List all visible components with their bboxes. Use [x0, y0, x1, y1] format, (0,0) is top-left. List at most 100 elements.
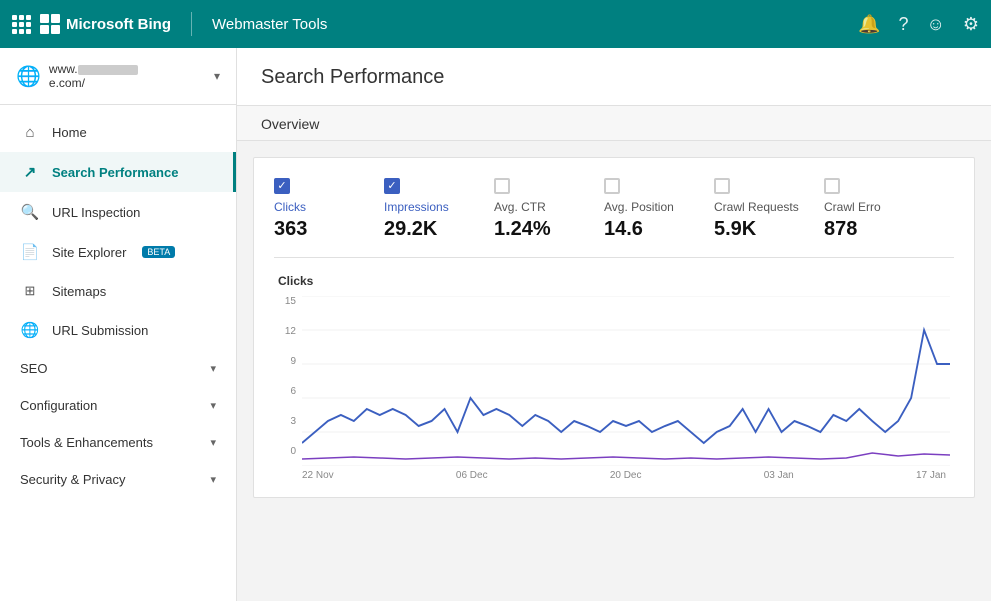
x-label-20dec: 20 Dec	[610, 470, 642, 481]
metric-label-crawl-requests: Crawl Requests	[714, 200, 800, 214]
sidebar-item-url-inspection[interactable]: 🔍 URL Inspection	[0, 192, 236, 232]
chart-container: 22 Nov 06 Dec 20 Dec 03 Jan 17 Jan	[302, 296, 950, 481]
metric-value-crawl-requests: 5.9K	[714, 218, 800, 241]
y-label-15: 15	[274, 296, 296, 307]
chevron-tools-icon: ▾	[210, 436, 216, 449]
clicks-line	[302, 330, 950, 443]
metric-clicks: ✓ Clicks 363	[274, 178, 384, 241]
smiley-icon[interactable]: ☺	[926, 14, 944, 35]
sidebar-item-search-performance[interactable]: ↗ Search Performance	[0, 152, 236, 192]
chevron-security-icon: ▾	[210, 473, 216, 486]
metric-value-impressions: 29.2K	[384, 218, 470, 241]
metric-avg-ctr: Avg. CTR 1.24%	[494, 178, 604, 241]
metric-value-crawl-errors: 878	[824, 218, 910, 241]
y-label-0: 0	[274, 446, 296, 457]
chevron-seo-icon: ▾	[210, 362, 216, 375]
chevron-down-icon: ▾	[214, 69, 220, 83]
page-title: Search Performance	[261, 66, 967, 89]
metric-label-impressions: Impressions	[384, 200, 470, 214]
sidebar-section-seo[interactable]: SEO ▾	[0, 350, 236, 387]
tool-name: Webmaster Tools	[212, 16, 327, 33]
metrics-row: ✓ Clicks 363 ✓ Impressions 29.2K Avg.	[274, 178, 954, 258]
home-icon: ⌂	[20, 124, 40, 141]
y-label-12: 12	[274, 326, 296, 337]
metric-label-avg-position: Avg. Position	[604, 200, 690, 214]
sidebar-label-url-inspection: URL Inspection	[52, 205, 140, 220]
checkbox-impressions[interactable]: ✓	[384, 178, 400, 194]
metric-label-clicks: Clicks	[274, 200, 360, 214]
sidebar-section-tools[interactable]: Tools & Enhancements ▾	[0, 424, 236, 461]
trend-icon: ↗	[20, 163, 40, 181]
chart-title: Clicks	[274, 274, 950, 288]
topnav-actions: 🔔 ? ☺ ⚙	[858, 14, 979, 35]
sidebar-section-seo-label: SEO	[20, 361, 47, 376]
metric-avg-position: Avg. Position 14.6	[604, 178, 714, 241]
bell-icon[interactable]: 🔔	[858, 14, 880, 35]
document-icon: 📄	[20, 243, 40, 261]
sidebar-label-home: Home	[52, 125, 87, 140]
y-label-6: 6	[274, 386, 296, 397]
domain-text: www. e.com/	[49, 62, 206, 90]
metric-crawl-errors: Crawl Erro 878	[824, 178, 934, 241]
sidebar-nav: ⌂ Home ↗ Search Performance 🔍 URL Inspec…	[0, 105, 236, 506]
metric-value-clicks: 363	[274, 218, 360, 241]
search-icon: 🔍	[20, 203, 40, 221]
checkmark-icon: ✓	[277, 181, 286, 192]
sidebar-section-tools-label: Tools & Enhancements	[20, 435, 153, 450]
overview-label: Overview	[261, 116, 319, 132]
checkbox-clicks[interactable]: ✓	[274, 178, 290, 194]
metric-value-avg-ctr: 1.24%	[494, 218, 580, 241]
checkbox-crawl-errors[interactable]	[824, 178, 840, 194]
x-label-22nov: 22 Nov	[302, 470, 334, 481]
sidebar-section-security-label: Security & Privacy	[20, 472, 125, 487]
checkbox-avg-position[interactable]	[604, 178, 620, 194]
x-axis-labels: 22 Nov 06 Dec 20 Dec 03 Jan 17 Jan	[302, 466, 950, 481]
sidebar-section-configuration[interactable]: Configuration ▾	[0, 387, 236, 424]
checkbox-crawl-requests[interactable]	[714, 178, 730, 194]
overview-section: Overview	[237, 106, 991, 141]
chart-area: Clicks 15 12 9 6 3 0	[274, 258, 954, 497]
y-label-9: 9	[274, 356, 296, 367]
metric-crawl-requests: Crawl Requests 5.9K	[714, 178, 824, 241]
metric-label-avg-ctr: Avg. CTR	[494, 200, 580, 214]
sidebar-label-site-explorer: Site Explorer	[52, 245, 126, 260]
sidebar-section-security[interactable]: Security & Privacy ▾	[0, 461, 236, 498]
page-header: Search Performance	[237, 48, 991, 106]
windows-icon	[40, 14, 60, 34]
sidebar-label-search-performance: Search Performance	[52, 165, 178, 180]
metric-label-crawl-errors: Crawl Erro	[824, 200, 910, 214]
brand-logo: Microsoft Bing	[40, 14, 171, 34]
sidebar-label-url-submission: URL Submission	[52, 323, 148, 338]
checkbox-avg-ctr[interactable]	[494, 178, 510, 194]
topnav: Microsoft Bing Webmaster Tools 🔔 ? ☺ ⚙	[0, 0, 991, 48]
domain-line2: e.com/	[49, 76, 206, 90]
sidebar-item-sitemaps[interactable]: ⊞ Sitemaps	[0, 272, 236, 310]
impressions-line	[302, 453, 950, 459]
x-label-06dec: 06 Dec	[456, 470, 488, 481]
chart-svg	[302, 296, 950, 466]
checkmark-impressions-icon: ✓	[387, 181, 396, 192]
metric-impressions: ✓ Impressions 29.2K	[384, 178, 494, 241]
domain-selector[interactable]: 🌐 www. e.com/ ▾	[0, 48, 236, 105]
sidebar-item-url-submission[interactable]: 🌐 URL Submission	[0, 310, 236, 350]
chevron-config-icon: ▾	[210, 399, 216, 412]
sidebar-label-sitemaps: Sitemaps	[52, 284, 106, 299]
globe-icon: 🌐	[16, 64, 41, 89]
submit-icon: 🌐	[20, 321, 40, 339]
sitemap-icon: ⊞	[20, 283, 40, 299]
domain-line1: www.	[49, 62, 206, 76]
x-label-17jan: 17 Jan	[916, 470, 946, 481]
settings-icon[interactable]: ⚙	[963, 14, 979, 35]
beta-badge: BETA	[142, 246, 175, 258]
help-icon[interactable]: ?	[898, 14, 908, 35]
x-label-03jan: 03 Jan	[764, 470, 794, 481]
sidebar-item-home[interactable]: ⌂ Home	[0, 113, 236, 152]
layout: 🌐 www. e.com/ ▾ ⌂ Home ↗ Search Performa…	[0, 0, 991, 601]
y-label-3: 3	[274, 416, 296, 427]
app-name: Microsoft Bing	[66, 16, 171, 33]
sidebar-item-site-explorer[interactable]: 📄 Site Explorer BETA	[0, 232, 236, 272]
sidebar: 🌐 www. e.com/ ▾ ⌂ Home ↗ Search Performa…	[0, 48, 237, 601]
metrics-card: ✓ Clicks 363 ✓ Impressions 29.2K Avg.	[253, 157, 975, 498]
main-content: Search Performance Overview ✓ Clicks 363	[237, 48, 991, 601]
grid-menu-icon[interactable]	[12, 15, 30, 34]
